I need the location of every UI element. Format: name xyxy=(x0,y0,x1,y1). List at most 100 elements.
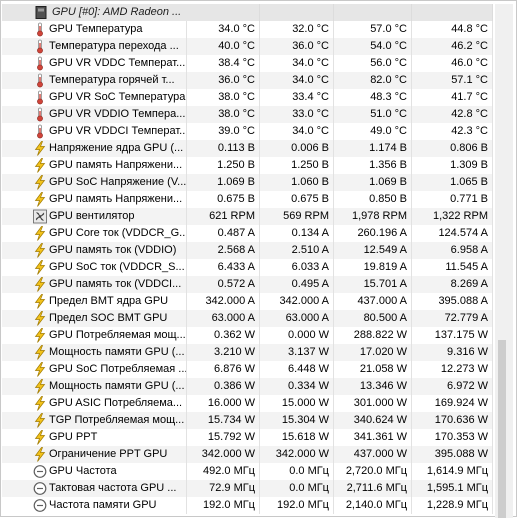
sensor-row[interactable]: GPU SoC Напряжение (V... 1.069 В 1.060 В 1.… xyxy=(2,174,493,191)
sensor-label: Температура горячей т... xyxy=(49,74,175,86)
sensor-value-maximum: 301.000 W xyxy=(334,395,412,412)
sensor-row[interactable]: Мощность памяти GPU (... 3.210 W 3.137 W 17… xyxy=(2,344,493,361)
sensor-row[interactable]: GPU Core ток (VDDCR_G... 0.487 A 0.134 A 26… xyxy=(2,225,493,242)
sensor-row[interactable]: GPU память ток (VDDIO) 2.568 A 2.510 A 12.5… xyxy=(2,242,493,259)
sensor-row[interactable]: Мощность памяти GPU (... 0.386 W 0.334 W 13… xyxy=(2,378,493,395)
lightning-icon xyxy=(33,192,47,207)
sensor-value-minimum: 0.334 W xyxy=(260,378,334,395)
sensor-value-maximum: 48.3 °C xyxy=(334,89,412,106)
sensor-label: GPU Температура xyxy=(49,23,143,35)
sensor-row[interactable]: GPU ASIC Потребляема... 16.000 W 15.000 W3… xyxy=(2,395,493,412)
sensor-value-average: 41.7 °C xyxy=(412,89,493,106)
sensor-name-cell: GPU ASIC Потребляема... xyxy=(2,395,187,412)
sensor-label: Ограничение PPT GPU xyxy=(49,448,168,460)
sensor-row[interactable]: GPU SoC ток (VDDCR_S... 6.433 A 6.033 A 19.… xyxy=(2,259,493,276)
sensor-row[interactable]: GPU PPT 15.792 W 15.618 W 341.361 W 170.353 … xyxy=(2,429,493,446)
group-header-gpu[interactable]: GPU [#0]: AMD Radeon ... xyxy=(2,4,493,21)
sensor-value-current: 34.0 °C xyxy=(187,21,260,38)
sensor-row[interactable]: Ограничение PPT GPU 342.000 W 342.000 W 437… xyxy=(2,446,493,463)
thermometer-icon xyxy=(33,124,47,139)
sensor-value-maximum: 288.822 W xyxy=(334,327,412,344)
sensor-name-cell: Напряжение ядра GPU (... xyxy=(2,140,187,157)
sensor-row[interactable]: Предел BMT ядра GPU 342.000 A 342.000 A 437… xyxy=(2,293,493,310)
sensor-label: Температура перехода ... xyxy=(49,40,179,52)
sensor-value-current: 0.362 W xyxy=(187,327,260,344)
sensor-row[interactable]: GPU VR VDDC Температ... 38.4 °C 34.0 °C 56.… xyxy=(2,55,493,72)
sensor-name-cell: GPU VR SoC Температура xyxy=(2,89,187,106)
sensor-value-maximum: 1.356 В xyxy=(334,157,412,174)
lightning-icon xyxy=(33,277,47,292)
sensor-value-minimum: 6.033 A xyxy=(260,259,334,276)
thermometer-icon xyxy=(33,22,47,37)
sensor-value-current: 72.9 МГц xyxy=(187,480,260,497)
sensor-value-maximum: 17.020 W xyxy=(334,344,412,361)
sensor-value-maximum: 1,978 RPM xyxy=(334,208,412,225)
sensor-row[interactable]: GPU VR VDDIO Темпера... 38.0 °C 33.0 °C 51.… xyxy=(2,106,493,123)
thermometer-icon xyxy=(33,56,47,71)
sensor-value-average: 395.088 W xyxy=(412,446,493,463)
sensor-value-minimum: 569 RPM xyxy=(260,208,334,225)
sensor-name-cell: GPU Частота xyxy=(2,463,187,480)
sensor-value-current: 0.487 A xyxy=(187,225,260,242)
sensor-label: GPU PPT xyxy=(49,431,98,443)
sensor-row[interactable]: Предел SOC BMT GPU 63.000 A 63.000 A 80.500… xyxy=(2,310,493,327)
sensor-label: TGP Потребляемая мощ... xyxy=(49,414,185,426)
sensor-row[interactable]: GPU память Напряжени... 1.250 В 1.250 В 1.3… xyxy=(2,157,493,174)
sensor-value-maximum: 51.0 °C xyxy=(334,106,412,123)
sensor-value-minimum: 342.000 A xyxy=(260,293,334,310)
sensor-value-minimum: 1.250 В xyxy=(260,157,334,174)
sensor-name-cell: GPU SoC ток (VDDCR_S... xyxy=(2,259,187,276)
sensor-value-average: 0.806 В xyxy=(412,140,493,157)
sensor-value-average: 170.636 W xyxy=(412,412,493,429)
lightning-icon xyxy=(33,328,47,343)
sensor-row[interactable]: GPU вентилятор 621 RPM 569 RPM 1,978 RPM 1,3… xyxy=(2,208,493,225)
sensor-row[interactable]: GPU память ток (VDDCI... 0.572 A 0.495 A 15… xyxy=(2,276,493,293)
sensor-row[interactable]: GPU Частота 492.0 МГц 0.0 МГц 2,720.0 МГц 1,… xyxy=(2,463,493,480)
sensor-row[interactable]: GPU VR VDDCI Температ... 39.0 °C 34.0 °C 49… xyxy=(2,123,493,140)
sensor-value-maximum: 49.0 °C xyxy=(334,123,412,140)
sensor-row[interactable]: GPU SoC Потребляемая ... 6.876 W 6.448 W 21… xyxy=(2,361,493,378)
sensor-label: GPU VR SoC Температура xyxy=(49,91,186,103)
sensor-value-maximum: 1.069 В xyxy=(334,174,412,191)
sensor-row[interactable]: Частота памяти GPU 192.0 МГц 192.0 МГц 2,14… xyxy=(2,497,493,514)
sensor-row[interactable]: GPU Температура 34.0 °C 32.0 °C 57.0 °C 44.8… xyxy=(2,21,493,38)
thermometer-icon xyxy=(33,73,47,88)
sensor-row[interactable]: Температура горячей т... 36.0 °C 34.0 °C 82… xyxy=(2,72,493,89)
clock-icon xyxy=(33,498,47,513)
sensor-name-cell: GPU Температура xyxy=(2,21,187,38)
sensor-value-average: 124.574 A xyxy=(412,225,493,242)
sensor-label: GPU VR VDDIO Темпера... xyxy=(49,108,186,120)
sensor-row[interactable]: TGP Потребляемая мощ... 15.734 W 15.304 W3… xyxy=(2,412,493,429)
sensor-value-minimum: 63.000 A xyxy=(260,310,334,327)
sensor-value-maximum: 1.174 В xyxy=(334,140,412,157)
sensor-name-cell: Ограничение PPT GPU xyxy=(2,446,187,463)
sensor-label: GPU ASIC Потребляема... xyxy=(49,397,183,409)
sensor-value-maximum: 437.000 W xyxy=(334,446,412,463)
sensor-label: GPU VR VDDCI Температ... xyxy=(49,125,186,137)
sensor-value-maximum: 57.0 °C xyxy=(334,21,412,38)
sensor-row[interactable]: GPU память Напряжени... 0.675 В 0.675 В 0.8… xyxy=(2,191,493,208)
sensor-value-average: 72.779 A xyxy=(412,310,493,327)
sensor-value-current: 0.386 W xyxy=(187,378,260,395)
sensor-value-maximum: 15.701 A xyxy=(334,276,412,293)
sensor-value-average: 42.8 °C xyxy=(412,106,493,123)
clock-icon xyxy=(33,464,47,479)
sensor-value-maximum: 13.346 W xyxy=(334,378,412,395)
sensor-value-average: 1.309 В xyxy=(412,157,493,174)
sensor-list[interactable]: GPU [#0]: AMD Radeon ... GPU Температура… xyxy=(2,4,493,518)
scrollbar-thumb[interactable] xyxy=(498,340,506,518)
sensor-value-current: 15.792 W xyxy=(187,429,260,446)
vertical-scrollbar[interactable] xyxy=(495,4,513,518)
sensor-value-current: 38.0 °C xyxy=(187,89,260,106)
sensor-label: GPU Потребляемая мощ... xyxy=(49,329,186,341)
group-header-label: GPU [#0]: AMD Radeon ... xyxy=(52,6,182,18)
sensor-value-current: 492.0 МГц xyxy=(187,463,260,480)
sensor-row[interactable]: Тактовая частота GPU ... 72.9 МГц 0.0 МГц 2… xyxy=(2,480,493,497)
sensor-row[interactable]: GPU Потребляемая мощ... 0.362 W 0.000 W 288… xyxy=(2,327,493,344)
fan-icon xyxy=(33,209,47,224)
sensor-row[interactable]: GPU VR SoC Температура 38.0 °C 33.4 °C 48.3… xyxy=(2,89,493,106)
sensor-label: GPU память ток (VDDCI... xyxy=(49,278,182,290)
sensor-row[interactable]: Температура перехода ... 40.0 °C 36.0 °C 54… xyxy=(2,38,493,55)
sensor-row[interactable]: Напряжение ядра GPU (... 0.113 В 0.006 В 1.… xyxy=(2,140,493,157)
sensor-name-cell: GPU Потребляемая мощ... xyxy=(2,327,187,344)
